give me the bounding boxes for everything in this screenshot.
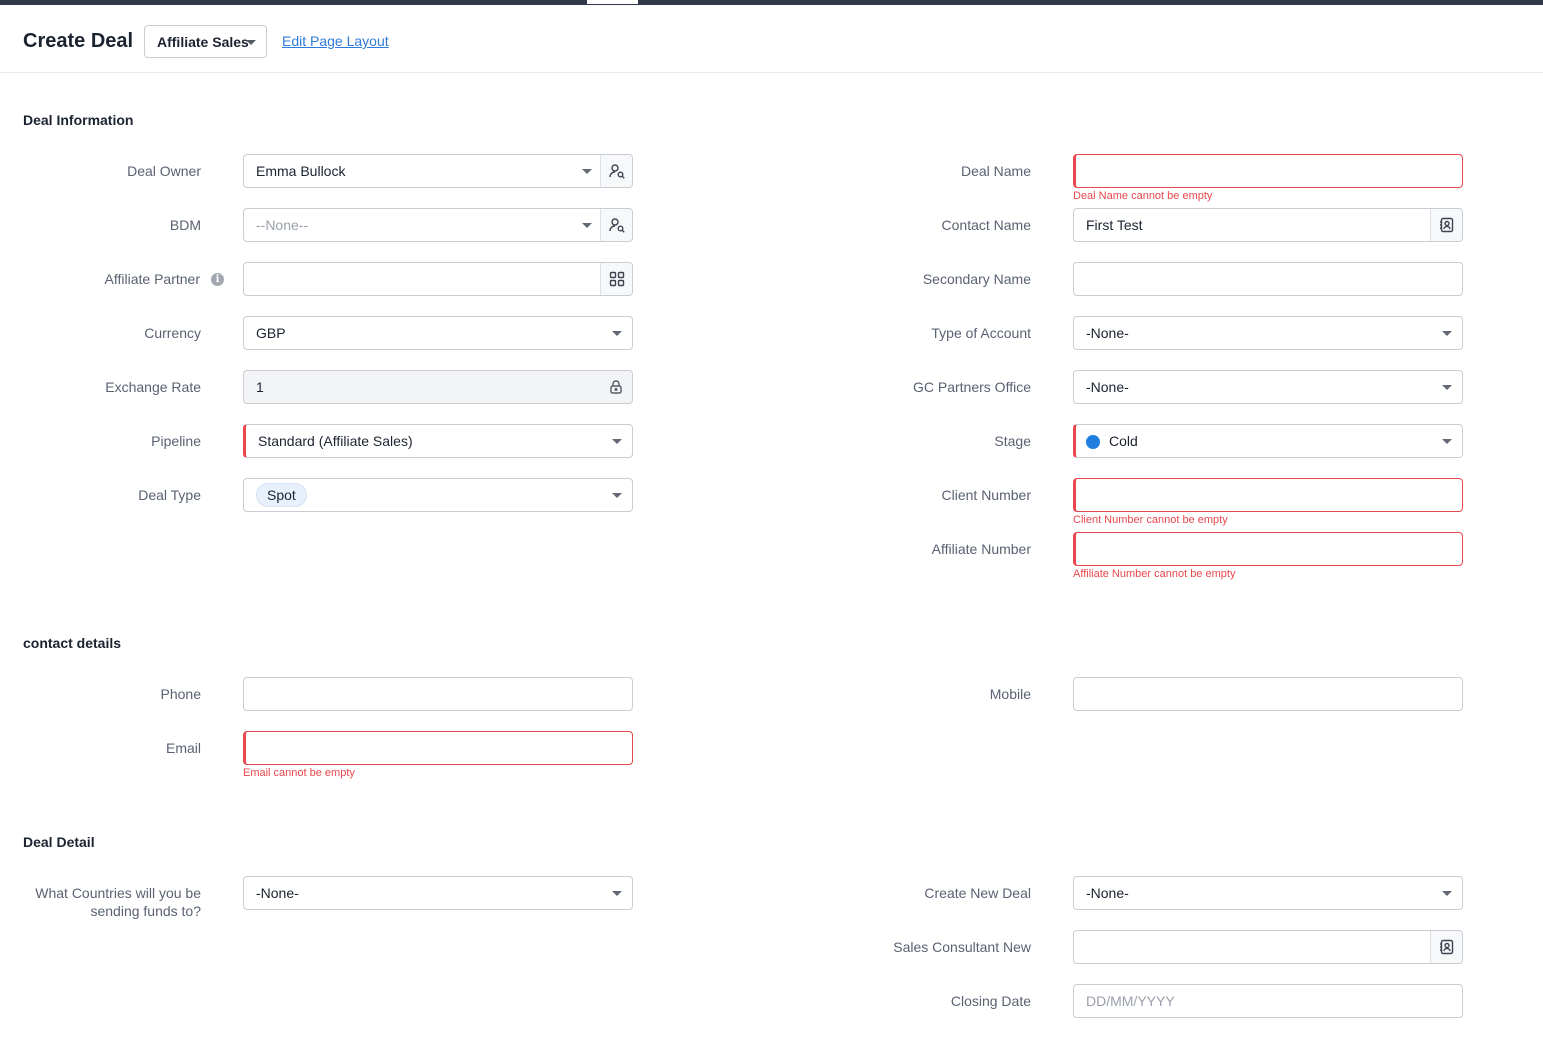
pipeline-value: Standard (Affiliate Sales) [258, 433, 413, 449]
affiliate-partner-lookup[interactable] [243, 262, 633, 296]
bdm-label: BDM [169, 217, 201, 233]
sales-consultant-new-lookup[interactable] [1073, 930, 1463, 964]
deal-type-select[interactable]: Spot [243, 478, 633, 512]
section-title-deal-information: Deal Information [23, 112, 134, 128]
countries-value: -None- [256, 885, 299, 901]
chevron-down-icon [1442, 331, 1452, 336]
affiliate-number-input[interactable] [1073, 532, 1463, 566]
mobile-input[interactable] [1073, 677, 1463, 711]
create-new-deal-select[interactable]: -None- [1073, 876, 1463, 910]
affiliate-number-label: Affiliate Number [931, 541, 1031, 557]
bdm-select[interactable]: --None-- [243, 208, 633, 242]
mobile-label: Mobile [989, 686, 1031, 702]
exchange-rate-label: Exchange Rate [105, 379, 201, 395]
sales-consultant-new-label: Sales Consultant New [893, 939, 1031, 955]
currency-label: Currency [144, 325, 201, 341]
deal-name-label: Deal Name [960, 163, 1031, 179]
lock-icon [610, 380, 622, 394]
bdm-placeholder: --None-- [256, 217, 309, 233]
deal-owner-value: Emma Bullock [256, 163, 346, 179]
grid-icon[interactable] [600, 263, 632, 295]
phone-label: Phone [160, 686, 201, 702]
user-search-icon[interactable] [600, 155, 632, 187]
countries-select[interactable]: -None- [243, 876, 633, 910]
closing-date-placeholder: DD/MM/YYYY [1086, 993, 1175, 1009]
deal-type-chip[interactable]: Spot [256, 483, 307, 507]
chevron-down-icon [612, 439, 622, 444]
layout-select-value: Affiliate Sales [157, 34, 249, 50]
exchange-rate-field: 1 [243, 370, 633, 404]
chevron-down-icon [612, 891, 622, 896]
client-number-input[interactable] [1073, 478, 1463, 512]
countries-label-line1: What Countries will you be [35, 885, 201, 901]
closing-date-label: Closing Date [950, 993, 1031, 1009]
secondary-name-label: Secondary Name [922, 271, 1031, 287]
countries-label-line2: sending funds to? [90, 903, 201, 919]
chevron-down-icon [1442, 385, 1452, 390]
contact-card-icon[interactable] [1430, 931, 1462, 963]
secondary-name-input[interactable] [1073, 262, 1463, 296]
page-header: Create Deal Affiliate Sales Edit Page La… [0, 5, 1543, 73]
section-title-contact-details: contact details [23, 635, 122, 651]
deal-name-error: Deal Name cannot be empty [1073, 190, 1213, 202]
contact-name-label: Contact Name [941, 217, 1031, 233]
type-of-account-value: -None- [1086, 325, 1129, 341]
currency-select[interactable]: GBP [243, 316, 633, 350]
gc-partners-office-value: -None- [1086, 379, 1129, 395]
email-error: Email cannot be empty [243, 767, 355, 779]
client-number-error: Client Number cannot be empty [1073, 514, 1228, 526]
type-of-account-label: Type of Account [931, 325, 1031, 341]
chevron-down-icon [246, 40, 256, 45]
create-new-deal-value: -None- [1086, 885, 1129, 901]
contact-card-icon[interactable] [1430, 209, 1462, 241]
layout-select[interactable]: Affiliate Sales [144, 25, 267, 58]
stage-select[interactable]: Cold [1073, 424, 1463, 458]
email-input[interactable] [243, 731, 633, 765]
currency-value: GBP [256, 325, 286, 341]
affiliate-partner-label: Affiliate Partner [104, 271, 200, 287]
exchange-rate-value: 1 [256, 379, 264, 395]
contact-name-lookup[interactable]: First Test [1073, 208, 1463, 242]
stage-color-dot [1086, 435, 1100, 449]
section-title-deal-detail: Deal Detail [23, 834, 95, 850]
page-title: Create Deal [23, 30, 134, 52]
active-tab-indicator [587, 0, 638, 4]
chevron-down-icon [612, 493, 622, 498]
deal-type-label: Deal Type [138, 487, 201, 503]
deal-owner-label: Deal Owner [127, 163, 201, 179]
pipeline-label: Pipeline [151, 433, 201, 449]
countries-label: What Countries will you be sending funds… [0, 884, 201, 920]
pipeline-select[interactable]: Standard (Affiliate Sales) [243, 424, 633, 458]
user-search-icon[interactable] [600, 209, 632, 241]
deal-owner-select[interactable]: Emma Bullock [243, 154, 633, 188]
create-new-deal-label: Create New Deal [924, 885, 1031, 901]
contact-name-value: First Test [1086, 217, 1143, 233]
info-icon[interactable]: i [211, 273, 224, 286]
chevron-down-icon [612, 331, 622, 336]
affiliate-number-error: Affiliate Number cannot be empty [1073, 568, 1236, 580]
closing-date-input[interactable]: DD/MM/YYYY [1073, 984, 1463, 1018]
chevron-down-icon [582, 223, 592, 228]
gc-partners-office-select[interactable]: -None- [1073, 370, 1463, 404]
chevron-down-icon [1442, 891, 1452, 896]
chevron-down-icon [1442, 439, 1452, 444]
chevron-down-icon [582, 169, 592, 174]
gc-partners-office-label: GC Partners Office [912, 379, 1031, 395]
edit-page-layout-link[interactable]: Edit Page Layout [282, 33, 389, 49]
stage-value: Cold [1109, 433, 1138, 449]
phone-input[interactable] [243, 677, 633, 711]
email-label: Email [165, 740, 201, 756]
stage-label: Stage [994, 433, 1031, 449]
deal-name-input[interactable] [1073, 154, 1463, 188]
client-number-label: Client Number [941, 487, 1031, 503]
type-of-account-select[interactable]: -None- [1073, 316, 1463, 350]
